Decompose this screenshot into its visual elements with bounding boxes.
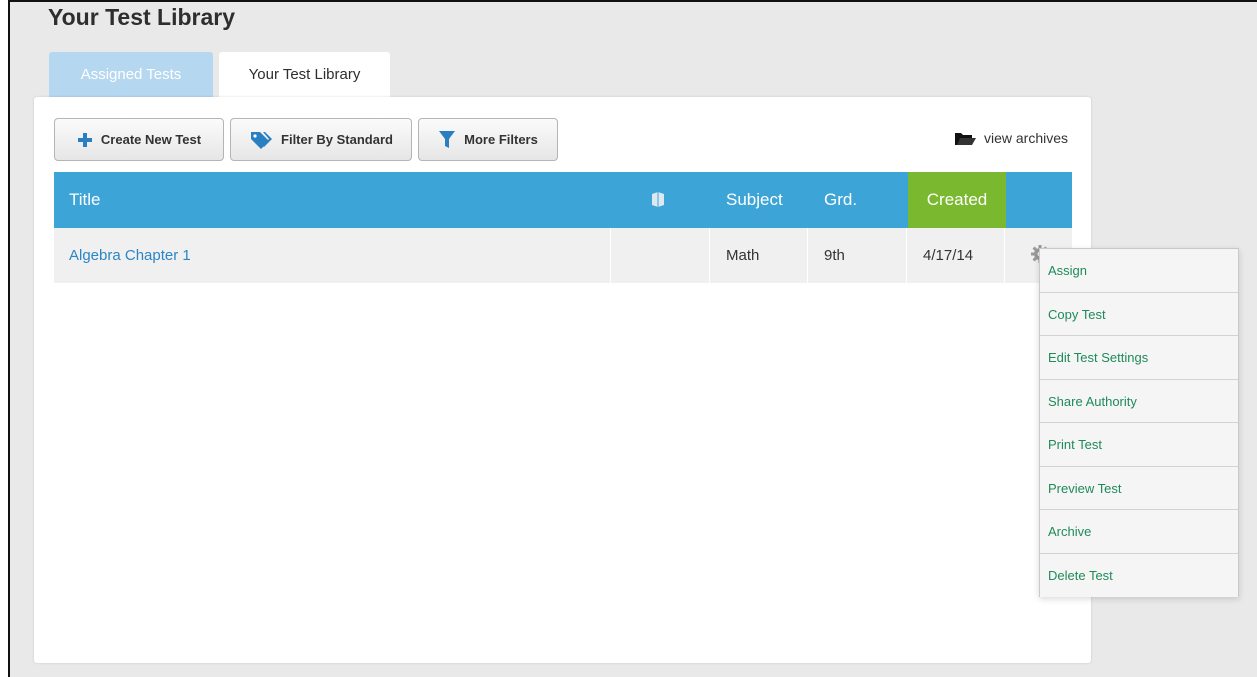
filter-by-standard-button[interactable]: Filter By Standard bbox=[230, 118, 412, 161]
filter-by-standard-label: Filter By Standard bbox=[281, 132, 393, 147]
column-divider bbox=[1004, 228, 1005, 283]
page-title: Your Test Library bbox=[48, 4, 236, 30]
column-subject[interactable]: Subject bbox=[726, 172, 783, 228]
grade-cell: 9th bbox=[824, 247, 845, 264]
column-grade[interactable]: Grd. bbox=[824, 172, 857, 228]
plus-icon bbox=[77, 132, 92, 147]
menu-item-archive[interactable]: Archive bbox=[1040, 510, 1238, 554]
more-filters-button[interactable]: More Filters bbox=[418, 118, 558, 161]
funnel-icon bbox=[439, 130, 456, 148]
menu-item-copy-test[interactable]: Copy Test bbox=[1040, 292, 1238, 336]
column-created[interactable]: Created bbox=[908, 172, 1006, 228]
test-title-link[interactable]: Algebra Chapter 1 bbox=[69, 228, 191, 283]
menu-item-preview-test[interactable]: Preview Test bbox=[1040, 466, 1238, 510]
menu-item-share-authority[interactable]: Share Authority bbox=[1040, 379, 1238, 423]
menu-item-delete-test[interactable]: Delete Test bbox=[1040, 553, 1238, 597]
tag-icon bbox=[251, 131, 273, 149]
test-actions-menu: Assign Copy Test Edit Test Settings Shar… bbox=[1039, 248, 1239, 597]
column-divider bbox=[906, 228, 907, 283]
book-icon bbox=[651, 191, 665, 209]
menu-item-edit-test-settings[interactable]: Edit Test Settings bbox=[1040, 336, 1238, 380]
column-divider bbox=[709, 228, 710, 283]
view-archives-link[interactable]: view archives bbox=[954, 130, 1068, 146]
column-divider bbox=[610, 228, 611, 283]
menu-item-assign[interactable]: Assign bbox=[1040, 249, 1238, 293]
more-filters-label: More Filters bbox=[464, 132, 538, 147]
created-cell: 4/17/14 bbox=[923, 247, 974, 264]
subject-cell: Math bbox=[726, 247, 760, 264]
create-new-test-label: Create New Test bbox=[100, 132, 202, 147]
column-divider bbox=[807, 228, 808, 283]
table-header: Title Subject Grd. Created bbox=[54, 172, 1072, 228]
tab-your-test-library[interactable]: Your Test Library bbox=[219, 52, 390, 97]
column-title[interactable]: Title bbox=[69, 172, 101, 228]
view-archives-label: view archives bbox=[984, 130, 1069, 146]
table-row[interactable]: Algebra Chapter 1 Math 9th 4/17/14 bbox=[54, 228, 1072, 283]
create-new-test-button[interactable]: Create New Test bbox=[54, 118, 224, 161]
folder-open-icon bbox=[955, 133, 976, 145]
tab-assigned-tests[interactable]: Assigned Tests bbox=[49, 52, 213, 97]
menu-item-print-test[interactable]: Print Test bbox=[1040, 423, 1238, 467]
